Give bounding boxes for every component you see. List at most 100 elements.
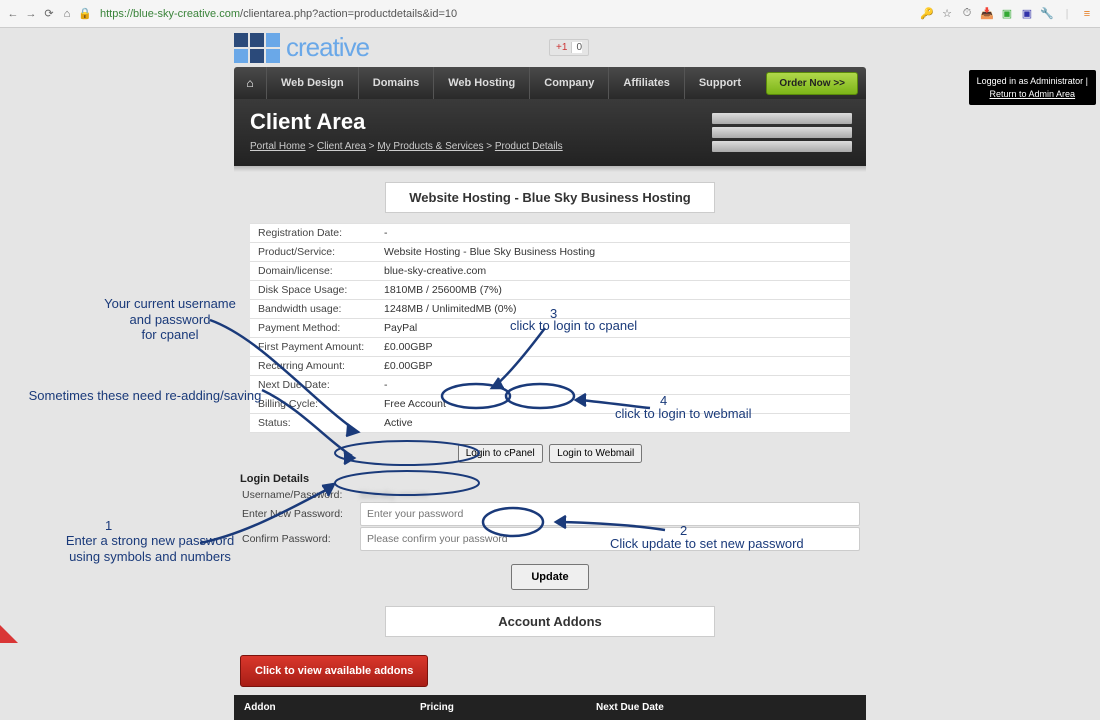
username-row: Username/Password: bluesky •••••••• <box>234 489 866 501</box>
confirm-password-row: Confirm Password: <box>234 527 866 551</box>
return-admin-link[interactable]: Return to Admin Area <box>990 89 1076 99</box>
nav-web-design[interactable]: Web Design <box>266 67 358 99</box>
detail-key: Status: <box>250 414 376 433</box>
star-icon[interactable]: ☆ <box>940 7 954 21</box>
key-icon[interactable]: 🔑 <box>920 7 934 21</box>
username-value: bluesky •••••••• <box>360 489 428 501</box>
new-password-row: Enter New Password: <box>234 502 866 526</box>
main-nav: ⌂ Web Design Domains Web Hosting Company… <box>234 67 866 99</box>
detail-value: Active <box>376 414 850 433</box>
detail-value: £0.00GBP <box>376 338 850 357</box>
browser-toolbar: ← → ⟳ ⌂ 🔒 https://blue-sky-creative.com/… <box>0 0 1100 28</box>
detail-row: Next Due Date:- <box>250 376 850 395</box>
menu-icon[interactable]: ≡ <box>1080 7 1094 21</box>
detail-value: PayPal <box>376 319 850 338</box>
anno-username: Your current usernameand passwordfor cpa… <box>90 296 250 343</box>
nav-company[interactable]: Company <box>529 67 608 99</box>
detail-key: Bandwidth usage: <box>250 300 376 319</box>
confirm-password-label: Confirm Password: <box>234 533 360 545</box>
ext1-icon[interactable]: ▣ <box>1000 7 1014 21</box>
detail-value: - <box>376 376 850 395</box>
nav-home-icon[interactable]: ⌂ <box>234 76 266 90</box>
forward-icon[interactable]: → <box>24 7 38 21</box>
nav-affiliates[interactable]: Affiliates <box>608 67 683 99</box>
detail-row: Registration Date:- <box>250 224 850 243</box>
url-path: /clientarea.php?action=productdetails&id… <box>240 8 457 20</box>
detail-key: Payment Method: <box>250 319 376 338</box>
update-button[interactable]: Update <box>511 564 588 590</box>
detail-key: Registration Date: <box>250 224 376 243</box>
detail-row: Disk Space Usage:1810MB / 25600MB (7%) <box>250 281 850 300</box>
gplus-label: +1 <box>556 42 567 53</box>
detail-key: Next Due Date: <box>250 376 376 395</box>
detail-row: First Payment Amount:£0.00GBP <box>250 338 850 357</box>
address-bar[interactable]: https://blue-sky-creative.com/clientarea… <box>100 8 916 20</box>
detail-row: Status:Active <box>250 414 850 433</box>
login-button-row: Login to cPanel Login to Webmail <box>234 439 866 465</box>
detail-row: Recurring Amount:£0.00GBP <box>250 357 850 376</box>
details-table: Registration Date:-Product/Service:Websi… <box>250 223 850 433</box>
order-now-button[interactable]: Order Now >> <box>766 72 858 95</box>
detail-key: Domain/license: <box>250 262 376 281</box>
nav-web-hosting[interactable]: Web Hosting <box>433 67 529 99</box>
detail-value: Free Account <box>376 395 850 414</box>
divider: | <box>1060 7 1074 21</box>
home-icon[interactable]: ⌂ <box>60 7 74 21</box>
addon-col-pricing: Pricing <box>410 695 586 720</box>
admin-status: Logged in as Administrator | Return to A… <box>969 70 1096 105</box>
detail-value: £0.00GBP <box>376 357 850 376</box>
page-header: Client Area Portal Home > Client Area > … <box>234 99 866 166</box>
detail-key: First Payment Amount: <box>250 338 376 357</box>
gplus-badge[interactable]: +1 0 <box>549 39 589 56</box>
anno-password: Enter a strong new passwordusing symbols… <box>50 533 250 564</box>
addon-col-name: Addon <box>234 695 410 720</box>
detail-key: Recurring Amount: <box>250 357 376 376</box>
detail-row: Payment Method:PayPal <box>250 319 850 338</box>
addons-band: Account Addons <box>385 606 715 637</box>
url-scheme: https:// <box>100 8 133 20</box>
download-icon[interactable]: 📥 <box>980 7 994 21</box>
detail-key: Disk Space Usage: <box>250 281 376 300</box>
nav-support[interactable]: Support <box>684 67 755 99</box>
detail-key: Billing Cycle: <box>250 395 376 414</box>
crumb-products[interactable]: My Products & Services <box>377 141 483 152</box>
view-addons-button[interactable]: Click to view available addons <box>240 655 428 687</box>
detail-row: Billing Cycle:Free Account <box>250 395 850 414</box>
crumb-home[interactable]: Portal Home <box>250 141 306 152</box>
crumb-detail[interactable]: Product Details <box>495 141 563 152</box>
product-title-band: Website Hosting - Blue Sky Business Host… <box>385 182 715 213</box>
nav-domains[interactable]: Domains <box>358 67 433 99</box>
detail-value: - <box>376 224 850 243</box>
wrench-icon[interactable]: 🔧 <box>1040 7 1054 21</box>
back-icon[interactable]: ← <box>6 7 20 21</box>
logo-row: creative +1 0 <box>234 28 866 67</box>
confirm-password-input[interactable] <box>360 527 860 551</box>
login-details-heading: Login Details <box>240 473 866 485</box>
admin-line1: Logged in as Administrator | <box>977 75 1088 88</box>
logo[interactable]: creative <box>234 32 369 63</box>
reload-icon[interactable]: ⟳ <box>42 7 56 21</box>
new-password-input[interactable] <box>360 502 860 526</box>
detail-row: Bandwidth usage:1248MB / UnlimitedMB (0%… <box>250 300 850 319</box>
lock-icon: 🔒 <box>78 7 92 21</box>
server-image <box>712 113 852 155</box>
anno-readd: Sometimes these need re-adding/saving <box>20 388 270 404</box>
detail-row: Domain/license:blue-sky-creative.com <box>250 262 850 281</box>
timer-icon[interactable]: ⏱ <box>960 7 974 21</box>
ext2-icon[interactable]: ▣ <box>1020 7 1034 21</box>
login-cpanel-button[interactable]: Login to cPanel <box>458 444 543 463</box>
detail-value: Website Hosting - Blue Sky Business Host… <box>376 243 850 262</box>
detail-value: blue-sky-creative.com <box>376 262 850 281</box>
username-label: Username/Password: <box>234 489 360 501</box>
anno-password-num: 1 <box>105 518 112 534</box>
detail-key: Product/Service: <box>250 243 376 262</box>
gplus-count: 0 <box>571 42 582 53</box>
corner-badge <box>0 625 18 643</box>
logo-text: creative <box>286 32 369 63</box>
detail-value: 1810MB / 25600MB (7%) <box>376 281 850 300</box>
new-password-label: Enter New Password: <box>234 508 360 520</box>
crumb-client[interactable]: Client Area <box>317 141 366 152</box>
detail-value: 1248MB / UnlimitedMB (0%) <box>376 300 850 319</box>
addon-col-due: Next Due Date <box>586 695 866 720</box>
login-webmail-button[interactable]: Login to Webmail <box>549 444 642 463</box>
